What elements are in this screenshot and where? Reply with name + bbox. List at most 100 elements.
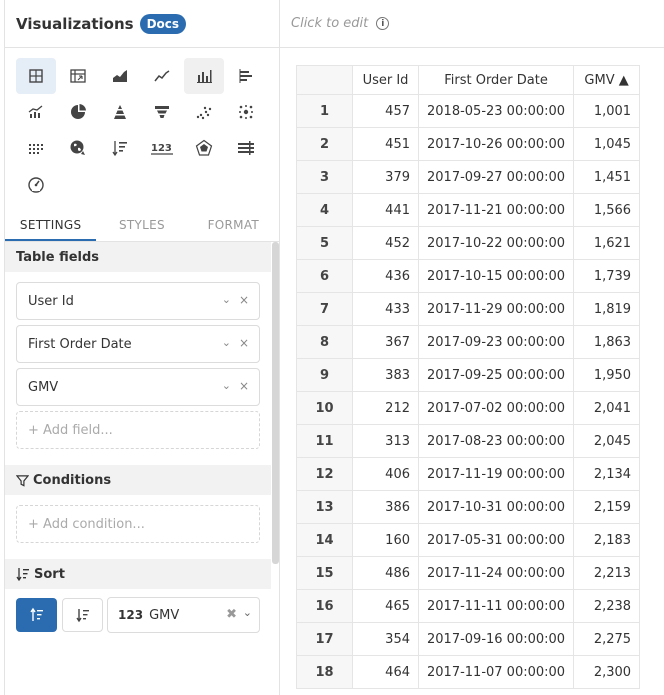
row-index-cell: 6 — [296, 259, 353, 293]
table-row: 13 386 2017-10-31 00:00:00 2,159 — [296, 490, 641, 524]
gmv-cell: 2,134 — [573, 457, 641, 491]
viz-sorted-list[interactable] — [100, 130, 140, 166]
sort-descending-button[interactable] — [62, 598, 103, 632]
viz-column-chart[interactable] — [184, 58, 224, 94]
gmv-cell: 2,300 — [573, 655, 641, 689]
settings-scrollbar[interactable] — [272, 242, 279, 564]
user-id-cell: 451 — [352, 127, 419, 161]
viz-number-metric[interactable]: 123 — [142, 130, 182, 166]
funnel-chart-icon — [155, 106, 169, 118]
column-header-user-id[interactable]: User Id — [352, 65, 419, 95]
first-order-date-cell: 2017-09-27 00:00:00 — [417, 160, 575, 194]
viz-pie-chart[interactable] — [58, 94, 98, 130]
info-icon[interactable]: i — [376, 17, 390, 30]
table-row: 10 212 2017-07-02 00:00:00 2,041 — [296, 391, 641, 425]
row-index-cell: 17 — [296, 622, 353, 656]
viz-funnel-chart[interactable] — [142, 94, 182, 130]
viz-gauge[interactable] — [16, 166, 56, 202]
field-label: User Id — [28, 293, 74, 309]
table-row: 8 367 2017-09-23 00:00:00 1,863 — [296, 325, 641, 359]
chevron-down-icon[interactable]: ⌄ — [222, 293, 231, 306]
sort-field-select[interactable]: 123 GMV ✖ ⌄ — [107, 597, 260, 633]
first-order-date-cell: 2017-11-11 00:00:00 — [417, 589, 575, 623]
tab-styles[interactable]: STYLES — [96, 210, 187, 241]
viz-pivot-table[interactable] — [58, 58, 98, 94]
first-order-date-cell: 2017-08-23 00:00:00 — [417, 424, 575, 458]
row-index-cell: 16 — [296, 589, 353, 623]
chevron-down-icon[interactable]: ⌄ — [222, 336, 231, 349]
viz-heatmap[interactable] — [226, 94, 266, 130]
user-id-cell: 386 — [352, 490, 419, 524]
viz-geo-map[interactable] — [58, 130, 98, 166]
viz-line-chart[interactable] — [142, 58, 182, 94]
remove-icon[interactable]: × — [239, 293, 249, 307]
gmv-cell: 2,183 — [573, 523, 641, 557]
first-order-date-cell: 2017-11-07 00:00:00 — [417, 655, 575, 689]
viz-combo-chart[interactable] — [16, 94, 56, 130]
table-row: 3 379 2017-09-27 00:00:00 1,451 — [296, 160, 641, 194]
viz-bar-chart[interactable] — [226, 58, 266, 94]
dot-matrix-icon — [29, 144, 43, 154]
user-id-cell: 354 — [352, 622, 419, 656]
first-order-date-cell: 2017-10-22 00:00:00 — [417, 226, 575, 260]
table-row: 7 433 2017-11-29 00:00:00 1,819 — [296, 292, 641, 326]
field-label: GMV — [28, 379, 59, 395]
field-user-id[interactable]: User Id ⌄ × — [16, 282, 260, 320]
gmv-cell: 2,213 — [573, 556, 641, 590]
visualizations-panel: Visualizations Docs 123 SETTINGS STYLES … — [5, 0, 280, 695]
table-row: 2 451 2017-10-26 00:00:00 1,045 — [296, 127, 641, 161]
column-header-first-order-date[interactable]: First Order Date — [417, 65, 575, 95]
sort-ascending-button[interactable] — [16, 598, 57, 632]
remove-icon[interactable]: × — [239, 379, 249, 393]
gmv-cell: 1,001 — [573, 94, 641, 128]
field-first-order-date[interactable]: First Order Date ⌄ × — [16, 325, 260, 363]
tab-settings[interactable]: SETTINGS — [5, 210, 97, 241]
row-index-cell: 14 — [296, 523, 353, 557]
panel-header: Visualizations Docs — [5, 0, 279, 48]
title-edit-bar[interactable]: Click to edit i — [280, 0, 664, 48]
table-row: 9 383 2017-09-25 00:00:00 1,950 — [296, 358, 641, 392]
viz-area-chart[interactable] — [100, 58, 140, 94]
tab-format[interactable]: FORMAT — [188, 210, 279, 241]
gmv-cell: 2,159 — [573, 490, 641, 524]
svg-text:123: 123 — [151, 143, 172, 154]
radar-chart-icon — [195, 139, 213, 156]
viz-radar-chart[interactable] — [184, 130, 224, 166]
row-index-cell: 2 — [296, 127, 353, 161]
first-order-date-cell: 2017-09-23 00:00:00 — [417, 325, 575, 359]
number-type-tag: 123 — [118, 608, 144, 622]
add-field-button[interactable]: + Add field... — [16, 411, 260, 449]
table-row: 1 457 2018-05-23 00:00:00 1,001 — [296, 94, 641, 128]
add-condition-button[interactable]: + Add condition... — [16, 505, 260, 543]
results-table: User Id First Order Date GMV ▲ 1 457 2018-… — [296, 65, 641, 689]
row-index-cell: 10 — [296, 391, 353, 425]
viz-dot-matrix[interactable] — [16, 130, 56, 166]
viz-bullet-chart[interactable] — [226, 130, 266, 166]
field-gmv[interactable]: GMV ⌄ × — [16, 368, 260, 406]
remove-icon[interactable]: × — [239, 336, 249, 350]
click-to-edit-text[interactable]: Click to edit — [291, 16, 368, 31]
chevron-down-icon[interactable]: ⌄ — [222, 379, 231, 392]
user-id-cell: 313 — [352, 424, 419, 458]
first-order-date-cell: 2017-11-19 00:00:00 — [417, 457, 575, 491]
viz-scatter-chart[interactable] — [184, 94, 224, 130]
column-header-gmv[interactable]: GMV ▲ — [573, 65, 641, 95]
user-id-cell: 367 — [352, 325, 419, 359]
docs-badge[interactable]: Docs — [139, 13, 187, 34]
line-chart-icon — [154, 70, 170, 82]
add-field-placeholder: + Add field... — [28, 422, 113, 438]
pyramid-chart-icon — [114, 105, 126, 119]
row-index-cell: 12 — [296, 457, 353, 491]
row-index-cell: 5 — [296, 226, 353, 260]
user-id-cell: 452 — [352, 226, 419, 260]
viz-table[interactable] — [16, 58, 56, 94]
chevron-down-icon[interactable]: ⌄ — [243, 606, 252, 619]
clear-icon[interactable]: ✖ — [226, 607, 237, 622]
panel-tabs: SETTINGS STYLES FORMAT — [5, 210, 279, 242]
viz-pyramid-chart[interactable] — [100, 94, 140, 130]
panel-title: Visualizations — [16, 14, 134, 33]
user-id-cell: 433 — [352, 292, 419, 326]
gmv-cell: 2,238 — [573, 589, 641, 623]
user-id-cell: 160 — [352, 523, 419, 557]
gmv-cell: 1,950 — [573, 358, 641, 392]
